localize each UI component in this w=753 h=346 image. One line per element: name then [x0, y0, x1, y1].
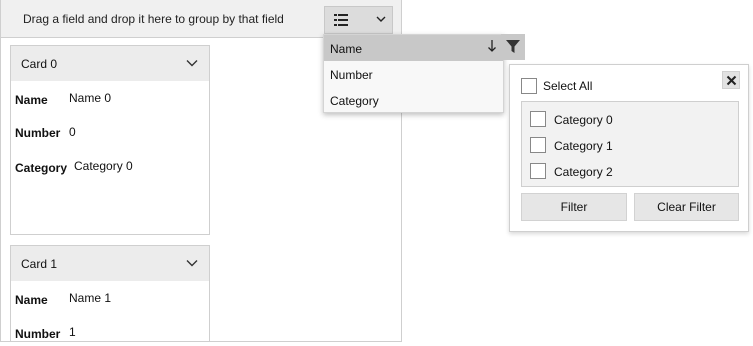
field-label: Name	[15, 293, 48, 307]
filter-option[interactable]: Category 1	[522, 133, 738, 159]
card-header[interactable]: Card 1	[11, 246, 209, 281]
menu-item-number[interactable]: Number	[324, 61, 503, 87]
filter-option-checkbox[interactable]	[530, 111, 546, 127]
chevron-down-icon	[376, 16, 386, 22]
group-hint-text: Drag a field and drop it here to group b…	[23, 12, 284, 26]
select-all-checkbox[interactable]	[521, 78, 537, 94]
filter-option-checkbox[interactable]	[530, 163, 546, 179]
menu-item-category[interactable]: Category	[324, 87, 503, 113]
close-button[interactable]	[722, 71, 740, 89]
filter-option-label: Category 1	[554, 139, 613, 153]
filter-option-label: Category 2	[554, 165, 613, 179]
field-label: Category	[15, 161, 68, 175]
filter-option-checkbox[interactable]	[530, 137, 546, 153]
field-value: Name 1	[69, 291, 112, 305]
menu-item-label: Category	[330, 94, 379, 108]
menu-item-label: Number	[330, 68, 373, 82]
filter-options-list: Category 0 Category 1 Category 2	[521, 101, 739, 187]
select-all-label: Select All	[543, 79, 593, 93]
field-chooser-button[interactable]	[324, 6, 393, 34]
filter-icon	[506, 40, 520, 53]
field-value: 0	[69, 125, 76, 139]
chevron-down-icon[interactable]	[186, 259, 198, 267]
field-value: 1	[69, 325, 76, 339]
menu-item-label: Name	[330, 42, 363, 56]
chevron-down-icon[interactable]	[186, 59, 198, 67]
card: Card 0 Name Name 0 Number 0 Category Cat…	[10, 45, 210, 235]
list-icon	[334, 14, 348, 26]
field-label: Number	[15, 126, 61, 140]
group-panel[interactable]: Drag a field and drop it here to group b…	[1, 0, 401, 38]
filter-option[interactable]: Category 0	[522, 107, 738, 133]
clear-filter-button[interactable]: Clear Filter	[634, 193, 739, 221]
card-title: Card 1	[21, 257, 58, 271]
card-title: Card 0	[21, 57, 58, 71]
field-value: Name 0	[69, 91, 112, 105]
card-header[interactable]: Card 0	[11, 46, 209, 81]
field-value: Category 0	[74, 159, 133, 173]
filter-option[interactable]: Category 2	[522, 159, 738, 185]
arrow-down-icon[interactable]	[486, 39, 498, 53]
menu-item-name[interactable]: Name	[324, 35, 503, 61]
field-chooser-menu: Name Number Category	[323, 34, 504, 113]
apply-filter-button[interactable]: Filter	[521, 193, 627, 221]
card: Card 1 Name Name 1 Number 1	[10, 245, 210, 341]
filter-button[interactable]	[501, 34, 525, 60]
close-icon	[726, 75, 737, 86]
field-label: Number	[15, 327, 61, 341]
filter-popup: Select All Category 0 Category 1 Categor…	[509, 64, 749, 232]
field-label: Name	[15, 93, 48, 107]
filter-option-label: Category 0	[554, 113, 613, 127]
